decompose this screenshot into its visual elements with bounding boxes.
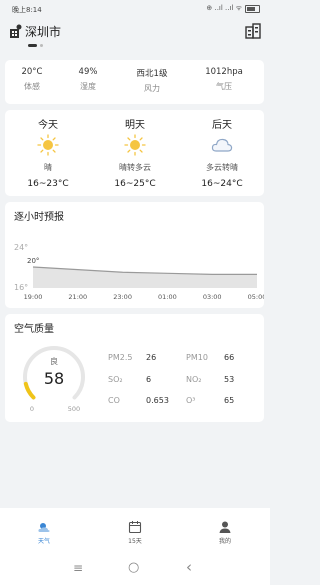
air-quality-card: 空气质量 良 58 0 500 PM2.5 26 PM10 66 SO₂ 6 N… <box>5 314 264 422</box>
wind-label: 风力 <box>144 84 160 93</box>
aqi-gauge-fill <box>23 381 36 400</box>
hourly-tick-label: 19:00 <box>24 293 43 301</box>
no2-label: NO₂ <box>186 375 202 384</box>
cloud-icon <box>211 138 233 152</box>
forecast-day-today[interactable]: 今天 晴 16~23°C <box>8 116 88 189</box>
pm10-value: 66 <box>224 353 235 362</box>
hourly-tick-label: 01:00 <box>158 293 177 301</box>
forecast-condition: 多云转晴 <box>206 163 238 172</box>
co-value: 0.653 <box>146 396 169 405</box>
header: 深圳市 <box>0 18 270 54</box>
hourly-chart[interactable]: 24° 16° 20° 19:00 21:00 23:00 01:00 03:00 05:0… <box>5 202 264 308</box>
hourly-tick-label: 03:00 <box>203 293 222 301</box>
hourly-area <box>33 267 257 288</box>
air-quality-title: 空气质量 <box>14 324 54 335</box>
o3-label: O³ <box>186 396 196 405</box>
feels-like: 20°C 体感 <box>2 67 62 92</box>
wind: 西北1级 风力 <box>122 67 182 94</box>
page-indicator <box>28 44 43 47</box>
y-min-label: 16° <box>14 283 28 292</box>
forecast-temp: 16~25°C <box>114 179 156 189</box>
back-icon[interactable]: ‹ <box>186 558 192 576</box>
forecast-day-tomorrow[interactable]: 明天 晴转多云 16~25°C <box>95 116 175 189</box>
pressure-value: 1012hpa <box>205 67 243 77</box>
bottom-nav: 天气 15天 我的 <box>0 508 270 554</box>
pm25-label: PM2.5 <box>108 353 133 362</box>
y-max-label: 24° <box>14 243 28 252</box>
city-name[interactable]: 深圳市 <box>25 23 61 40</box>
forecast-day-name: 后天 <box>212 120 232 131</box>
nav-mine-label: 我的 <box>218 538 231 545</box>
forecast-temp: 16~23°C <box>27 179 69 189</box>
no2-value: 53 <box>224 375 235 384</box>
system-nav-bar: ≡ ○ ‹ <box>0 554 270 585</box>
sun-icon <box>37 134 59 156</box>
hourly-tick-label: 05:00 <box>248 293 264 301</box>
so2-value: 6 <box>146 375 152 384</box>
o3-value: 65 <box>224 396 235 405</box>
home-icon[interactable]: ○ <box>128 560 139 575</box>
sun-icon <box>124 134 146 156</box>
signal-icon: ⊕ ..ıl ..ıl ᯤ <box>206 4 242 12</box>
humidity-value: 49% <box>78 67 98 77</box>
hourly-point-label: 20° <box>27 257 39 265</box>
pressure-label: 气压 <box>216 82 232 91</box>
so2-label: SO₂ <box>108 375 123 384</box>
humidity-label: 湿度 <box>80 82 96 91</box>
weather-icon <box>38 523 50 532</box>
hourly-forecast-card: 逐小时预报 24° 16° 20° 19:00 21:00 23:00 01:00 03:… <box>5 202 264 308</box>
status-bar: 晚上8:14 ⊕ ..ıl ..ıl ᯤ <box>0 0 270 18</box>
forecast-card: 今天 晴 16~23°C 明天 晴转多云 16~25°C 后天 多云转晴 16~… <box>5 110 264 196</box>
feels-like-label: 体感 <box>24 82 40 91</box>
hourly-tick-label: 23:00 <box>113 293 132 301</box>
pm25-value: 26 <box>146 353 157 362</box>
pm10-label: PM10 <box>186 353 208 362</box>
forecast-temp: 16~24°C <box>201 179 243 189</box>
co-label: CO <box>108 396 120 405</box>
aqi-gauge: 良 58 0 500 <box>23 346 85 412</box>
wind-value: 西北1级 <box>136 69 168 79</box>
forecast-condition: 晴 <box>44 163 52 172</box>
nav-15day[interactable]: 15天 <box>115 520 155 545</box>
menu-icon[interactable]: ≡ <box>73 561 83 575</box>
status-time: 晚上8:14 <box>12 6 42 14</box>
user-icon <box>219 521 231 533</box>
nav-weather-label: 天气 <box>37 538 50 545</box>
humidity: 49% 湿度 <box>58 67 118 92</box>
current-conditions-card: 20°C 体感 49% 湿度 西北1级 风力 1012hpa 气压 <box>5 60 264 104</box>
aqi-scale-min: 0 <box>30 405 34 412</box>
calendar-icon <box>128 521 142 534</box>
nav-mine[interactable]: 我的 <box>205 520 245 545</box>
nav-15day-label: 15天 <box>128 538 142 545</box>
forecast-day-after[interactable]: 后天 多云转晴 16~24°C <box>182 116 262 189</box>
aqi-level: 良 <box>50 356 58 366</box>
hourly-tick-label: 21:00 <box>68 293 87 301</box>
nav-weather[interactable]: 天气 <box>24 520 64 545</box>
page-dot <box>40 44 43 47</box>
forecast-day-name: 明天 <box>125 120 145 131</box>
status-icons: ⊕ ..ıl ..ıl ᯤ <box>206 4 260 13</box>
forecast-day-name: 今天 <box>38 120 58 131</box>
aqi-value: 58 <box>44 369 64 388</box>
battery-icon <box>245 4 260 13</box>
location-building-icon[interactable] <box>9 24 22 38</box>
page-dot-active <box>28 44 37 47</box>
feels-like-value: 20°C <box>21 67 43 77</box>
aqi-scale-max: 500 <box>68 405 80 412</box>
pressure: 1012hpa 气压 <box>194 67 254 92</box>
forecast-condition: 晴转多云 <box>119 163 151 172</box>
city-manage-icon[interactable] <box>245 23 261 39</box>
